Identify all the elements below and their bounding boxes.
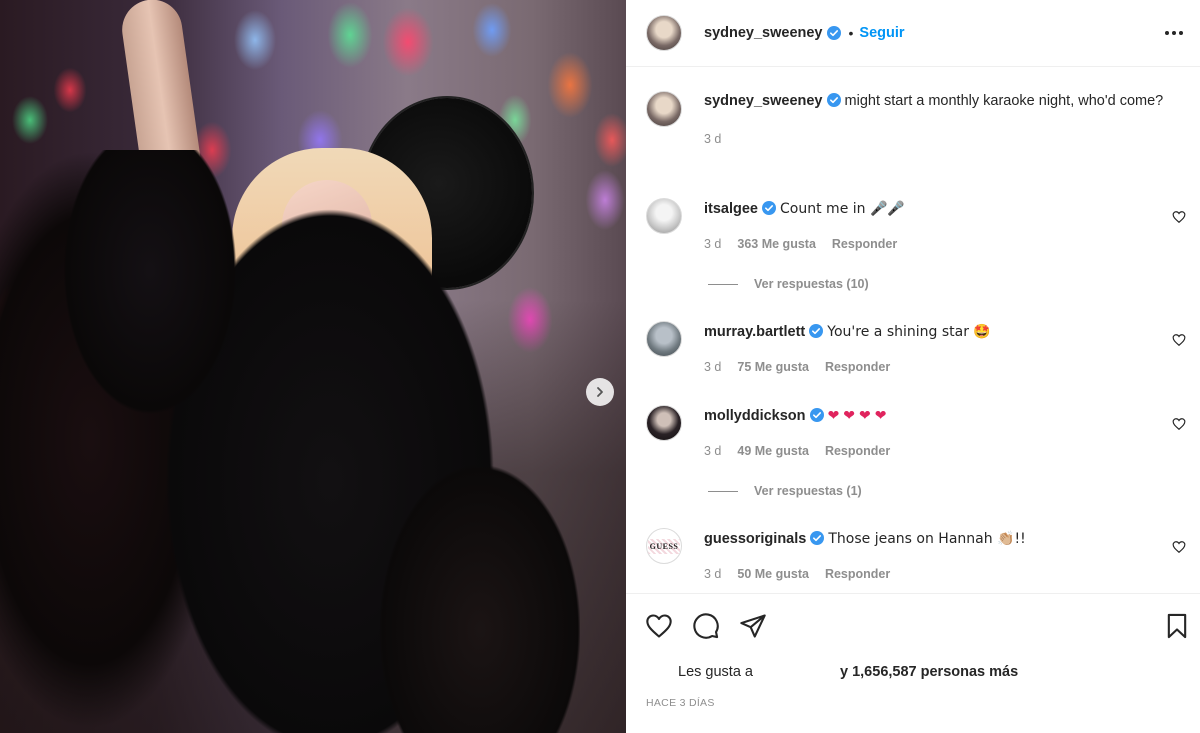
comment-text: Count me in 🎤🎤 (780, 201, 905, 217)
list-item: GUESS guessoriginals Those jeans on Hann… (646, 528, 1186, 585)
verified-badge-icon (826, 26, 841, 40)
separator-dot: • (848, 25, 854, 41)
photo-feather-coat (60, 150, 580, 733)
comment-age: 3 d (704, 360, 722, 374)
comment-text: ❤❤❤❤ (827, 408, 891, 424)
heart-icon[interactable] (1172, 417, 1186, 431)
heart-icon[interactable] (1172, 210, 1186, 224)
list-item: itsalgee Count me in 🎤🎤 3 d 363 Me gusta… (646, 198, 1186, 255)
avatar[interactable] (646, 405, 682, 441)
post-author-username[interactable]: sydney_sweeney (704, 25, 823, 41)
heart-icon[interactable] (1172, 333, 1186, 347)
likes-summary[interactable]: Les gusta a y 1,656,587 personas más (678, 664, 1018, 680)
avatar[interactable] (646, 198, 682, 234)
view-replies-label: Ver respuestas (1) (754, 484, 862, 498)
likes-count[interactable]: y 1,656,587 personas más (840, 664, 1018, 680)
list-item: murray.bartlett You're a shining star 🤩 … (646, 321, 1186, 378)
bookmark-icon[interactable] (1163, 612, 1191, 640)
carousel-next-button[interactable] (586, 378, 614, 406)
guess-logo: GUESS (647, 538, 681, 554)
comment-text: You're a shining star 🤩 (827, 324, 991, 340)
list-item: mollyddickson ❤❤❤❤ 3 d 49 Me gusta Respo… (646, 405, 1186, 462)
comment-text: Those jeans on Hannah 👏🏼!! (828, 531, 1026, 547)
view-replies-button[interactable]: Ver respuestas (10) (708, 277, 869, 291)
avatar[interactable] (646, 321, 682, 357)
caption-text: might start a monthly karaoke night, who… (844, 93, 1164, 109)
post-photo[interactable] (0, 0, 626, 733)
paper-plane-icon[interactable] (739, 612, 767, 640)
reply-button[interactable]: Responder (825, 356, 890, 378)
avatar[interactable]: GUESS (646, 528, 682, 564)
comment-likes[interactable]: 50 Me gusta (737, 563, 809, 585)
chevron-right-icon (597, 387, 603, 397)
reply-button[interactable]: Responder (825, 563, 890, 585)
comment-username[interactable]: guessoriginals (704, 531, 806, 547)
comment-username[interactable]: murray.bartlett (704, 324, 805, 340)
comment-likes[interactable]: 363 Me gusta (737, 233, 816, 255)
verified-badge-icon (809, 324, 824, 338)
reply-button[interactable]: Responder (832, 233, 897, 255)
comment-username[interactable]: mollyddickson (704, 408, 806, 424)
verified-badge-icon (809, 408, 824, 422)
avatar[interactable] (646, 91, 682, 127)
reply-button[interactable]: Responder (825, 440, 890, 462)
verified-badge-icon (762, 201, 776, 215)
more-options-icon[interactable] (1165, 31, 1183, 35)
comment-age: 3 d (704, 444, 722, 458)
caption-username[interactable]: sydney_sweeney (704, 93, 823, 109)
view-replies-label: Ver respuestas (10) (754, 277, 869, 291)
post-side-panel: sydney_sweeney • Seguir sydney_sweeney m… (626, 0, 1200, 733)
post-caption: sydney_sweeney might start a monthly kar… (646, 91, 1186, 150)
verified-badge-icon (810, 531, 825, 545)
follow-button[interactable]: Seguir (859, 25, 904, 41)
comment-bubble-icon[interactable] (692, 612, 720, 640)
verified-badge-icon (826, 93, 841, 107)
comment-username[interactable]: itsalgee (704, 201, 758, 217)
comments-list[interactable]: sydney_sweeney might start a monthly kar… (626, 67, 1200, 593)
caption-age: 3 d (704, 132, 722, 146)
likes-prefix: Les gusta a (678, 664, 753, 680)
heart-icon[interactable] (645, 612, 673, 640)
comment-likes[interactable]: 75 Me gusta (737, 356, 809, 378)
comment-age: 3 d (704, 237, 722, 251)
view-replies-button[interactable]: Ver respuestas (1) (708, 484, 862, 498)
comment-age: 3 d (704, 567, 722, 581)
comment-likes[interactable]: 49 Me gusta (737, 440, 809, 462)
post-timestamp[interactable]: HACE 3 DÍAS (646, 697, 715, 709)
avatar[interactable] (646, 15, 682, 51)
post-actions (626, 593, 1200, 653)
heart-icon[interactable] (1172, 540, 1186, 554)
post-header: sydney_sweeney • Seguir (626, 0, 1200, 67)
